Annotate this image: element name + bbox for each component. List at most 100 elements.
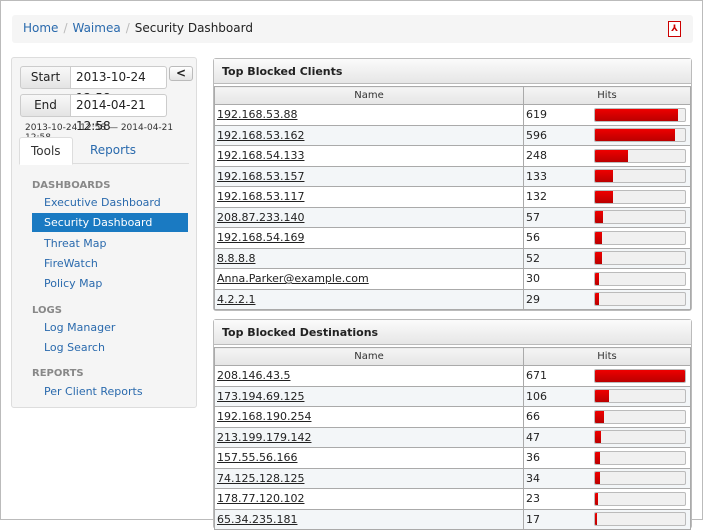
- hits-bar-fill: [595, 431, 602, 444]
- hits-bar: [594, 271, 686, 286]
- end-input[interactable]: 2014-04-21 12:58: [71, 94, 167, 133]
- breadcrumb-waimea[interactable]: Waimea: [72, 21, 120, 35]
- nav-log-manager[interactable]: Log Manager: [32, 318, 188, 337]
- nav-per-client-reports[interactable]: Per Client Reports: [32, 382, 188, 401]
- name-link[interactable]: 74.125.128.125: [217, 472, 304, 485]
- nav-security-dashboard[interactable]: Security Dashboard: [32, 213, 188, 232]
- end-date: End 2014-04-21 12:58: [20, 94, 167, 133]
- tab-tools[interactable]: Tools: [19, 137, 73, 165]
- tab-reports[interactable]: Reports: [79, 137, 147, 165]
- name-link[interactable]: Anna.Parker@example.com: [217, 272, 369, 285]
- hits-cell: 34: [523, 467, 691, 489]
- top-blocked-clients-panel: Top Blocked Clients Name Hits 192.168.53.8…: [213, 58, 692, 311]
- hits-value: 132: [526, 190, 547, 204]
- hits-bar: [594, 292, 686, 307]
- name-cell: 192.168.54.133: [214, 145, 524, 167]
- hits-value: 66: [526, 410, 540, 424]
- hits-cell: 132: [523, 186, 691, 208]
- table-row: 192.168.54.169 56: [214, 227, 691, 249]
- hits-value: 23: [526, 492, 540, 506]
- hits-cell: 57: [523, 206, 691, 228]
- hits-bar: [594, 251, 686, 266]
- hits-bar-fill: [595, 513, 598, 526]
- hits-value: 52: [526, 251, 540, 265]
- name-link[interactable]: 192.168.53.117: [217, 190, 304, 203]
- pdf-icon[interactable]: ⅄: [668, 21, 681, 37]
- nav-policy-map[interactable]: Policy Map: [32, 274, 188, 293]
- start-label[interactable]: Start: [20, 66, 71, 89]
- start-input[interactable]: 2013-10-24 12:58: [71, 66, 167, 105]
- name-link[interactable]: 192.168.54.169: [217, 231, 304, 244]
- name-link[interactable]: 8.8.8.8: [217, 252, 255, 265]
- name-link[interactable]: 157.55.56.166: [217, 451, 297, 464]
- name-link[interactable]: 208.87.233.140: [217, 211, 304, 224]
- table-row: 157.55.56.166 36: [214, 447, 691, 469]
- col-name[interactable]: Name: [214, 347, 524, 366]
- table-row: 208.87.233.140 57: [214, 206, 691, 228]
- col-name[interactable]: Name: [214, 86, 524, 105]
- name-cell: Anna.Parker@example.com: [214, 268, 524, 290]
- hits-bar: [594, 210, 686, 225]
- table-row: 213.199.179.142 47: [214, 426, 691, 448]
- hits-bar-fill: [595, 149, 629, 162]
- nav-threat-map[interactable]: Threat Map: [32, 234, 188, 253]
- hits-value: 29: [526, 292, 540, 306]
- name-link[interactable]: 192.168.54.133: [217, 149, 304, 162]
- section-logs: LOGS: [32, 305, 62, 316]
- hits-bar: [594, 409, 686, 424]
- hits-bar-fill: [595, 170, 613, 183]
- hits-value: 57: [526, 210, 540, 224]
- name-cell: 178.77.120.102: [214, 488, 524, 510]
- name-cell: 4.2.2.1: [214, 288, 524, 310]
- hits-bar-fill: [595, 451, 600, 464]
- nav-executive-dashboard[interactable]: Executive Dashboard: [32, 193, 188, 212]
- hits-cell: 36: [523, 447, 691, 469]
- hits-value: 36: [526, 451, 540, 465]
- hits-value: 248: [526, 149, 547, 163]
- hits-bar-fill: [595, 472, 600, 485]
- table-row: 8.8.8.8 52: [214, 247, 691, 269]
- hits-cell: 133: [523, 165, 691, 187]
- name-link[interactable]: 192.168.53.157: [217, 170, 304, 183]
- name-link[interactable]: 65.34.235.181: [217, 513, 297, 526]
- name-cell: 74.125.128.125: [214, 467, 524, 489]
- hits-bar-fill: [595, 129, 675, 142]
- breadcrumb-home[interactable]: Home: [23, 21, 58, 35]
- name-cell: 192.168.53.162: [214, 124, 524, 146]
- name-link[interactable]: 213.199.179.142: [217, 431, 311, 444]
- name-cell: 208.87.233.140: [214, 206, 524, 228]
- collapse-button[interactable]: <: [169, 66, 193, 81]
- hits-bar-fill: [595, 108, 679, 121]
- hits-cell: 106: [523, 385, 691, 407]
- hits-value: 30: [526, 272, 540, 286]
- hits-cell: 17: [523, 508, 691, 530]
- hits-cell: 248: [523, 145, 691, 167]
- hits-bar-fill: [595, 211, 603, 224]
- separator: /: [125, 21, 130, 35]
- name-cell: 192.168.54.169: [214, 227, 524, 249]
- name-link[interactable]: 192.168.53.162: [217, 129, 304, 142]
- hits-cell: 596: [523, 124, 691, 146]
- name-link[interactable]: 208.146.43.5: [217, 369, 290, 382]
- name-link[interactable]: 4.2.2.1: [217, 293, 255, 306]
- name-link[interactable]: 178.77.120.102: [217, 492, 304, 505]
- hits-cell: 29: [523, 288, 691, 310]
- name-cell: 8.8.8.8: [214, 247, 524, 269]
- hits-value: 34: [526, 471, 540, 485]
- name-link[interactable]: 173.194.69.125: [217, 390, 304, 403]
- hits-bar-fill: [595, 252, 602, 265]
- name-link[interactable]: 192.168.190.254: [217, 410, 311, 423]
- hits-bar: [594, 491, 686, 506]
- nav-log-search[interactable]: Log Search: [32, 338, 188, 357]
- hits-cell: 30: [523, 268, 691, 290]
- name-link[interactable]: 192.168.53.88: [217, 108, 297, 121]
- end-label[interactable]: End: [20, 94, 71, 117]
- name-cell: 65.34.235.181: [214, 508, 524, 530]
- name-cell: 213.199.179.142: [214, 426, 524, 448]
- clients-table: Name Hits 192.168.53.88 619 192.168.53.162 59…: [214, 86, 691, 310]
- hits-bar-fill: [595, 390, 610, 403]
- hits-cell: 47: [523, 426, 691, 448]
- nav-firewatch[interactable]: FireWatch: [32, 254, 188, 273]
- col-hits[interactable]: Hits: [523, 86, 691, 105]
- col-hits[interactable]: Hits: [523, 347, 691, 366]
